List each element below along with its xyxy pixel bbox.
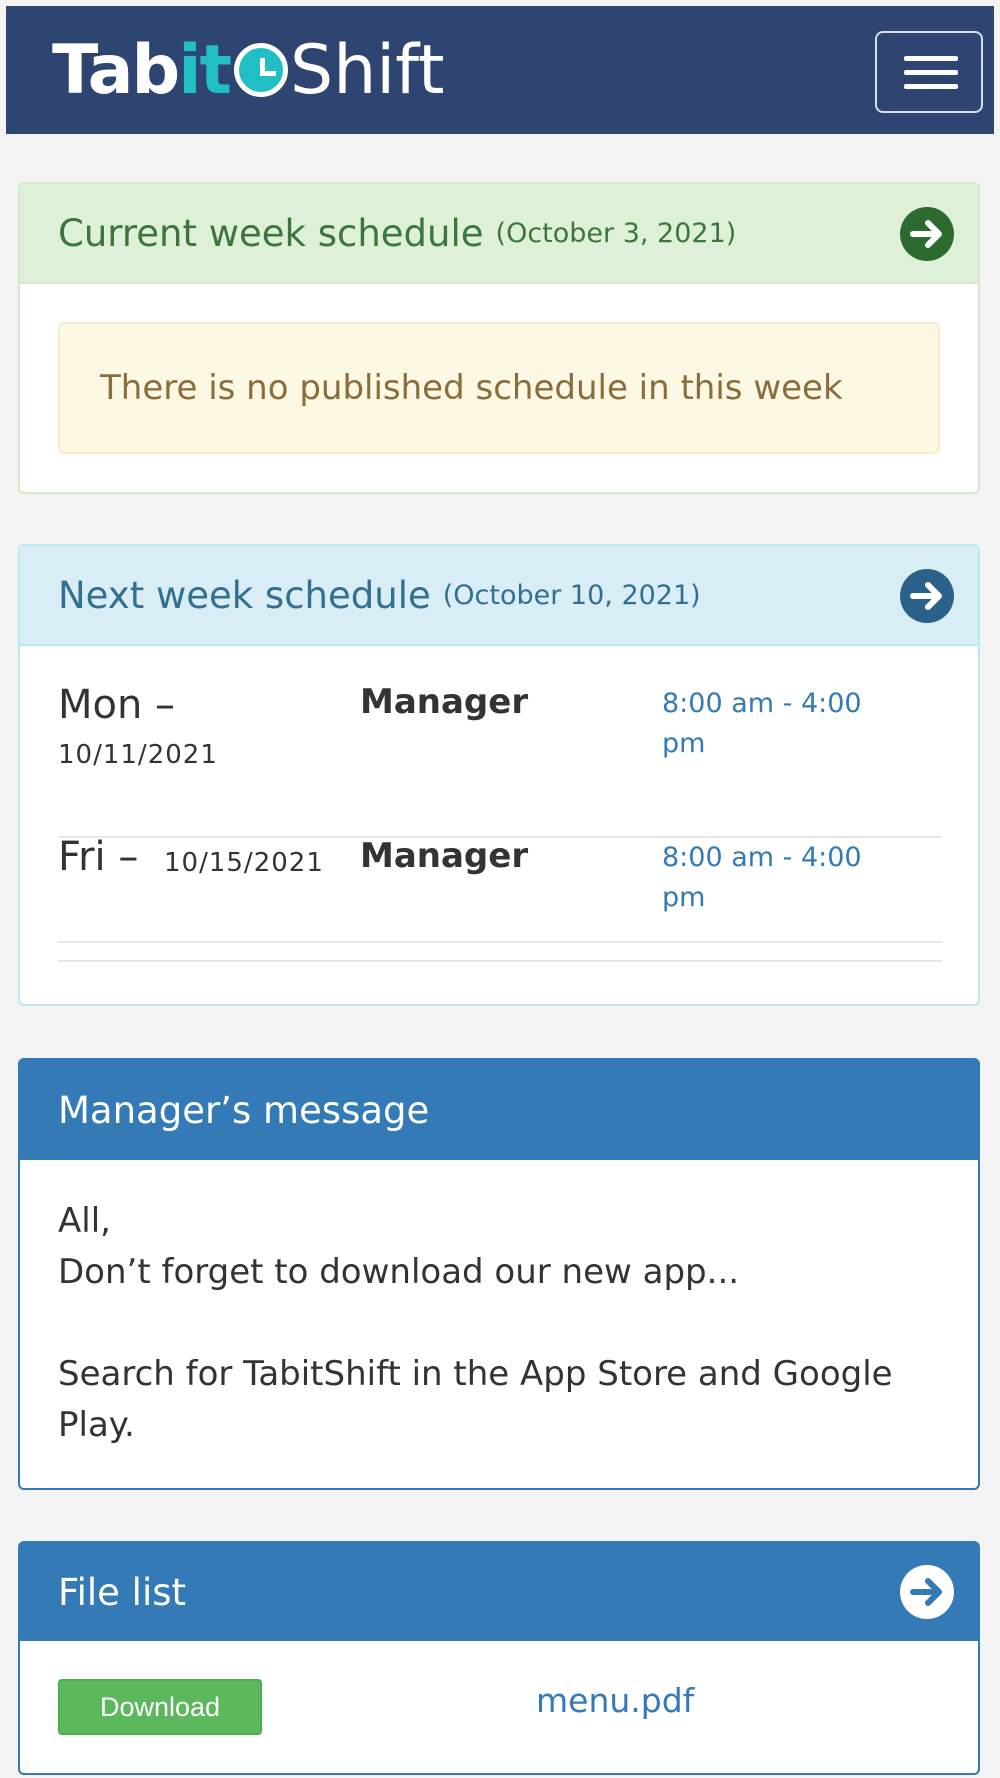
- hamburger-menu-button[interactable]: [875, 31, 983, 113]
- shift-row: Mon – 10/11/2021 Manager 8:00 am - 4:00 …: [58, 682, 942, 838]
- shift-day: Mon –: [58, 682, 176, 728]
- manager-message-title: Manager’s message: [58, 1088, 430, 1132]
- shift-date: 10/11/2021: [58, 740, 218, 770]
- shift-day: Fri –: [58, 834, 139, 880]
- no-schedule-alert: There is no published schedule in this w…: [58, 322, 940, 454]
- hamburger-icon-bar: [904, 70, 958, 75]
- download-button[interactable]: Download: [58, 1679, 262, 1735]
- file-link[interactable]: menu.pdf: [536, 1681, 694, 1720]
- logo-text-it: it: [178, 31, 232, 110]
- table-divider: [58, 941, 942, 943]
- clock-icon: [234, 43, 289, 97]
- message-line: Don’t forget to download our new app...: [58, 1252, 740, 1292]
- shift-role: Manager: [360, 682, 529, 722]
- current-week-header[interactable]: Current week schedule (October 3, 2021): [20, 184, 978, 284]
- arrow-right-circle-icon[interactable]: [900, 569, 954, 623]
- logo-text-ta: Ta: [52, 31, 134, 110]
- file-list-panel: File list Download menu.pdf: [18, 1541, 980, 1775]
- file-list-title: File list: [58, 1570, 187, 1614]
- arrow-right-circle-icon[interactable]: [900, 207, 954, 261]
- next-week-panel: Next week schedule (October 10, 2021) Mo…: [18, 544, 980, 1006]
- shift-time: 8:00 am - 4:00 pm: [662, 842, 862, 913]
- shift-date: 10/15/2021: [164, 848, 324, 878]
- current-week-title: Current week schedule: [58, 211, 484, 255]
- hamburger-icon-bar: [904, 84, 958, 89]
- message-line: Search for TabitShift in the App Store a…: [58, 1354, 893, 1445]
- arrow-right-circle-icon[interactable]: [900, 1565, 954, 1619]
- next-week-date: (October 10, 2021): [442, 579, 701, 611]
- manager-message-panel: Manager’s message All, Don’t forget to d…: [18, 1058, 980, 1490]
- next-week-title: Next week schedule: [58, 573, 431, 617]
- logo-text-shift: Shift: [290, 31, 445, 110]
- current-week-date: (October 3, 2021): [495, 217, 737, 249]
- message-line: All,: [58, 1201, 111, 1241]
- next-week-header[interactable]: Next week schedule (October 10, 2021): [20, 546, 978, 646]
- shift-row: Fri – 10/15/2021 Manager 8:00 am - 4:00 …: [58, 834, 942, 962]
- manager-message-body: All, Don’t forget to download our new ap…: [20, 1160, 978, 1487]
- current-week-panel: Current week schedule (October 3, 2021) …: [18, 182, 980, 494]
- manager-message-header: Manager’s message: [20, 1060, 978, 1160]
- hamburger-icon-bar: [904, 56, 958, 61]
- tabitshift-logo[interactable]: Tabit Shift: [52, 26, 445, 116]
- shift-role: Manager: [360, 836, 529, 876]
- file-list-header[interactable]: File list: [20, 1543, 978, 1641]
- logo-text-b: b: [131, 31, 181, 110]
- navbar: Tabit Shift: [6, 6, 994, 134]
- shift-time: 8:00 am - 4:00 pm: [662, 688, 862, 759]
